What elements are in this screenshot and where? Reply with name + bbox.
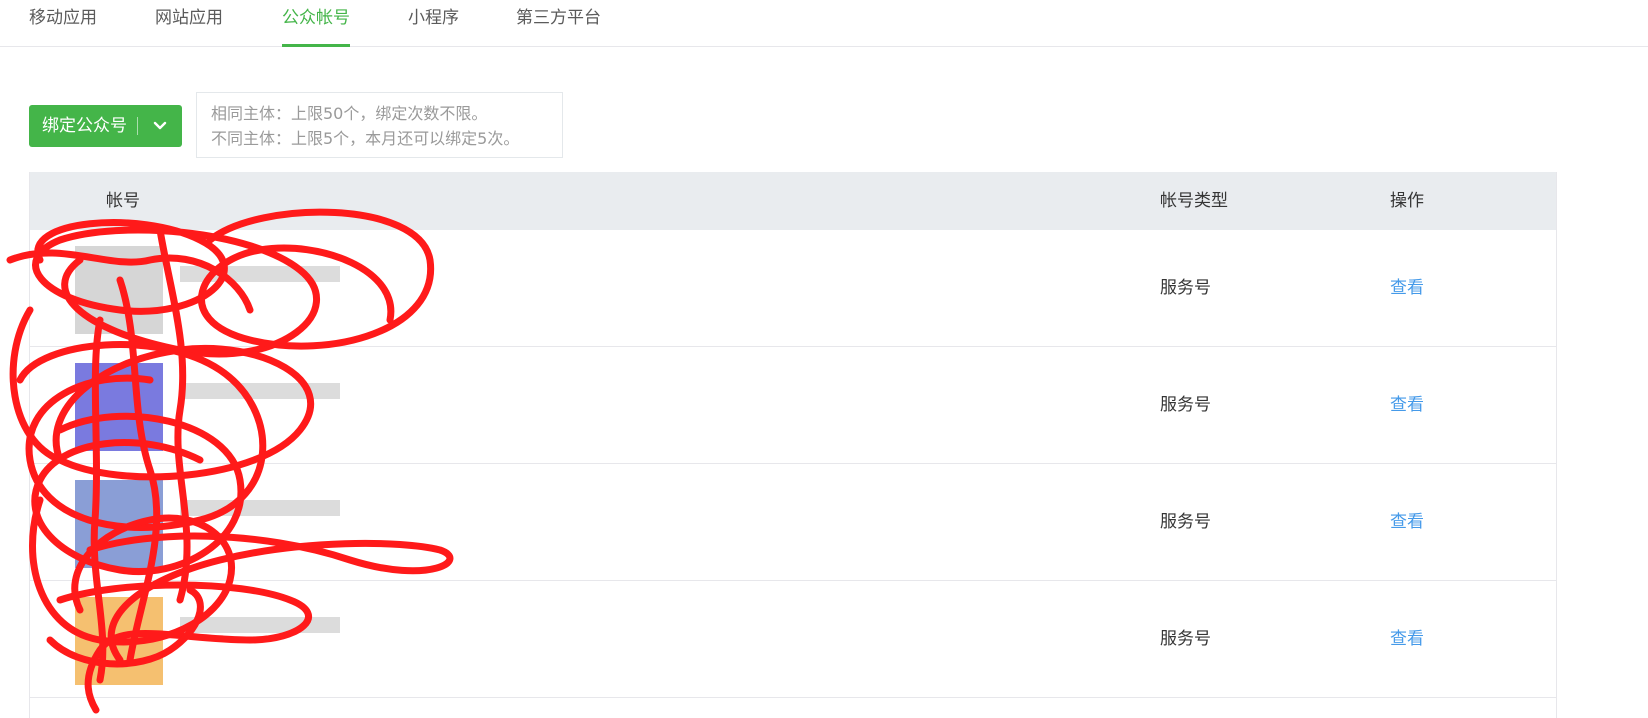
view-link[interactable]: 查看	[1390, 464, 1424, 580]
table-row: 服务号 查看	[30, 347, 1556, 464]
hint-same-subject: 相同主体：上限50个，绑定次数不限。	[211, 104, 488, 123]
account-name-redacted	[180, 617, 340, 633]
avatar	[75, 246, 163, 334]
tab-web-apps[interactable]: 网站应用	[155, 0, 223, 46]
page: 移动应用 网站应用 公众帐号 小程序 第三方平台 绑定公众号 相同主体：上限50…	[0, 0, 1648, 718]
tab-mobile-apps[interactable]: 移动应用	[29, 0, 97, 46]
account-type: 服务号	[1160, 278, 1211, 298]
table-header: 帐号 帐号类型 操作	[30, 172, 1556, 230]
avatar	[75, 597, 163, 685]
column-actions: 操作	[1390, 191, 1424, 211]
view-link[interactable]: 查看	[1390, 230, 1424, 346]
avatar	[75, 363, 163, 451]
view-link[interactable]: 查看	[1390, 581, 1424, 697]
column-account: 帐号	[106, 191, 140, 211]
binding-limit-hint: 相同主体：上限50个，绑定次数不限。 不同主体：上限5个，本月还可以绑定5次。	[196, 92, 563, 158]
account-type: 服务号	[1160, 629, 1211, 649]
account-name-redacted	[180, 383, 340, 399]
account-name-redacted	[180, 266, 340, 282]
avatar	[75, 480, 163, 568]
bind-official-account-button[interactable]: 绑定公众号	[29, 105, 182, 147]
table-row: 服务号 查看	[30, 464, 1556, 581]
account-type: 服务号	[1160, 512, 1211, 532]
view-link[interactable]: 查看	[1390, 347, 1424, 463]
tab-bar: 移动应用 网站应用 公众帐号 小程序 第三方平台	[0, 0, 1648, 47]
accounts-table: 帐号 帐号类型 操作 服务号 查看 服务号 查看 服务号 查看 服务号 查看	[29, 172, 1557, 718]
tab-third-party-platform[interactable]: 第三方平台	[516, 0, 601, 46]
bind-button-label: 绑定公众号	[42, 116, 127, 136]
table-row: 服务号 查看	[30, 581, 1556, 698]
chevron-down-icon[interactable]	[137, 105, 182, 147]
table-row: 服务号 查看	[30, 230, 1556, 347]
column-account-type: 帐号类型	[1160, 191, 1228, 211]
tab-mini-programs[interactable]: 小程序	[408, 0, 459, 46]
tab-official-accounts[interactable]: 公众帐号	[282, 0, 350, 47]
hint-different-subject: 不同主体：上限5个，本月还可以绑定5次。	[211, 129, 520, 148]
account-name-redacted	[180, 500, 340, 516]
account-type: 服务号	[1160, 395, 1211, 415]
